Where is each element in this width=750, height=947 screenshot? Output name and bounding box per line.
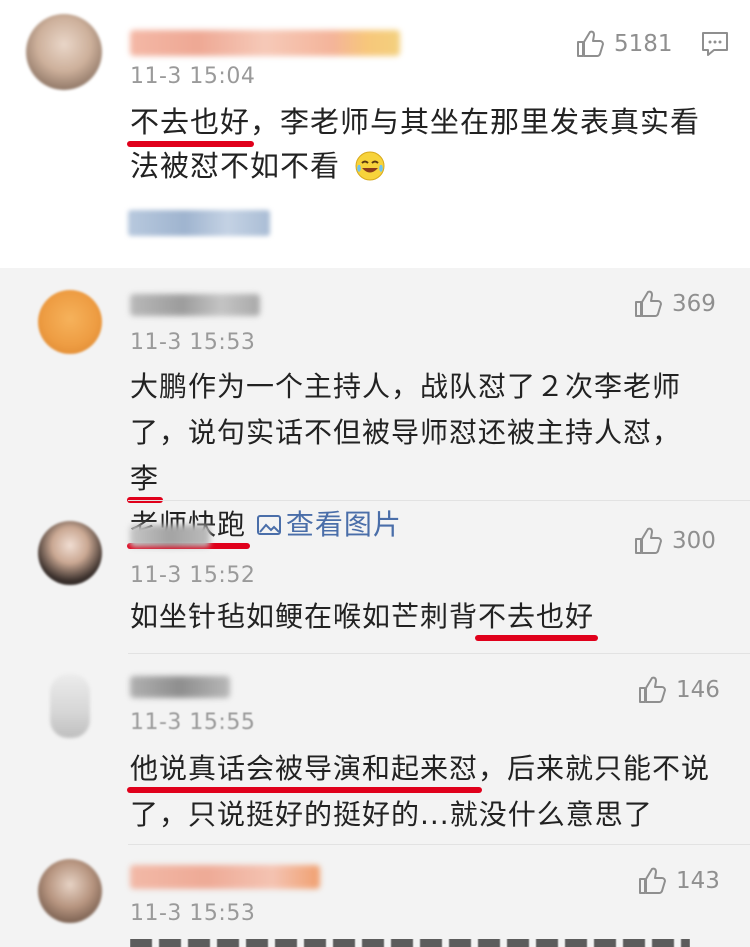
thumbs-up-icon (636, 674, 668, 706)
like-button[interactable]: 369 (632, 288, 716, 320)
avatar[interactable] (38, 290, 102, 354)
avatar[interactable] (38, 521, 102, 585)
comment-time: 11-3 15:04 (130, 64, 256, 89)
comment-time: 11-3 15:53 (130, 330, 256, 355)
underlined-text: 李 (130, 462, 160, 495)
comment-text-plain: 大鹏作为一个主持人，战队怼了２次李老师了，说句实话不但被导师怼还被主持人怼， (130, 370, 682, 449)
comment-time: 11-3 15:55 (130, 710, 256, 735)
avatar[interactable] (26, 14, 102, 90)
comment-time: 11-3 15:52 (130, 563, 256, 588)
username-blurred[interactable] (130, 30, 400, 56)
main-comment: 11-3 15:04 5181 不去也好，李老师与其坐在那里发表真实看法被怼不如… (0, 0, 750, 268)
reply-icon[interactable] (700, 30, 730, 62)
like-button[interactable]: 5181 (574, 28, 673, 60)
username-blurred[interactable] (130, 676, 230, 698)
underlined-text: 不去也好 (130, 105, 251, 139)
like-count: 300 (672, 528, 716, 554)
view-replies-link-blurred[interactable] (128, 210, 270, 236)
username-blurred[interactable] (130, 865, 320, 889)
like-count: 143 (676, 868, 720, 894)
username-blurred[interactable] (130, 525, 210, 547)
clipped-comment-text (130, 939, 690, 947)
thumbs-up-icon (632, 525, 664, 557)
thumbs-up-icon (574, 28, 606, 60)
comment-text: 他说真话会被导演和起来怼，后来就只能不说了，只说挺好的挺好的...就没什么意思了 (130, 746, 720, 838)
list-item: 11-3 15:53 369 大鹏作为一个主持人，战队怼了２次李老师了，说句实话… (0, 268, 750, 541)
like-count: 369 (672, 291, 716, 317)
like-button[interactable]: 143 (636, 865, 720, 897)
comment-text: 不去也好，李老师与其坐在那里发表真实看法被怼不如不看 (130, 100, 720, 194)
list-item: 11-3 15:55 146 他说真话会被导演和起来怼，后来就只能不说了，只说挺… (0, 654, 750, 844)
thumbs-up-icon (636, 865, 668, 897)
username-blurred[interactable] (130, 294, 260, 316)
comment-page: 11-3 15:04 5181 不去也好，李老师与其坐在那里发表真实看法被怼不如… (0, 0, 750, 947)
comment-text-plain: 如坐针毡如鲠在喉如芒刺背 (130, 600, 479, 633)
like-button[interactable]: 300 (632, 525, 716, 557)
like-count: 5181 (614, 31, 673, 57)
comment-text: 如坐针毡如鲠在喉如芒刺背不去也好 (130, 594, 720, 640)
comment-time: 11-3 15:53 (130, 901, 256, 926)
avatar[interactable] (50, 674, 90, 738)
underlined-text: 不去也好 (478, 600, 595, 633)
thumbs-up-icon (632, 288, 664, 320)
laugh-cry-emoji-icon (354, 150, 386, 194)
underlined-text: 他说真话会被导演和起来怼 (130, 752, 479, 785)
like-count: 146 (676, 677, 720, 703)
list-item: 11-3 15:53 143 (0, 845, 750, 947)
avatar[interactable] (38, 859, 102, 923)
like-button[interactable]: 146 (636, 674, 720, 706)
list-item: 11-3 15:52 300 如坐针毡如鲠在喉如芒刺背不去也好 (0, 501, 750, 653)
replies-list: 11-3 15:53 369 大鹏作为一个主持人，战队怼了２次李老师了，说句实话… (0, 268, 750, 947)
